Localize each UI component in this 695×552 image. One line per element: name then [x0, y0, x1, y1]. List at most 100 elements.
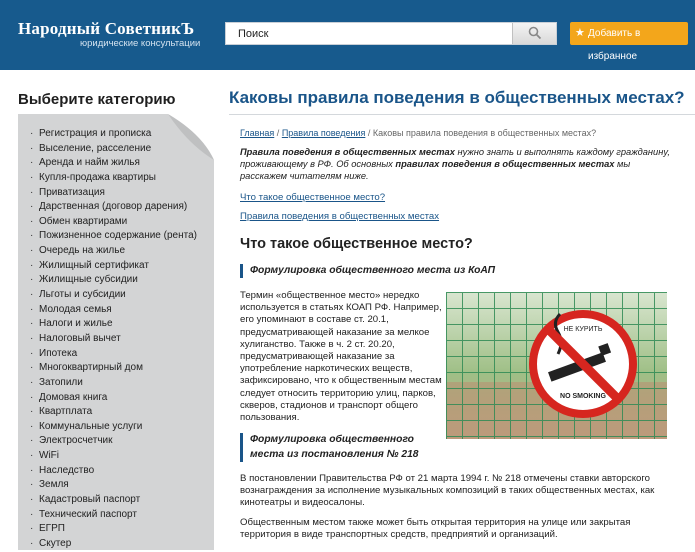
category-item[interactable]: · ЕГРП — [30, 522, 197, 537]
category-item[interactable]: · Коммунальные услуги — [30, 420, 197, 435]
category-link[interactable]: Обмен квартирами — [39, 216, 127, 227]
category-link[interactable]: Многоквартирный дом — [39, 362, 143, 373]
add-to-favorites-button[interactable]: ★ Добавить в избранное — [570, 22, 688, 62]
category-item[interactable]: · Квартплата — [30, 405, 197, 420]
category-link[interactable]: Жилищный сертификат — [39, 260, 149, 271]
category-link[interactable]: Льготы и субсидии — [39, 289, 126, 300]
category-link[interactable]: Дарственная (договор дарения) — [39, 201, 187, 212]
subsection-heading-koap: Формулировка общественного места из КоАП — [240, 264, 540, 278]
category-item[interactable]: · Налоги и жилье — [30, 317, 197, 332]
bullet-icon: · — [30, 128, 34, 139]
bullet-icon: · — [30, 289, 34, 301]
category-item[interactable]: · Регистрация и прописка — [30, 127, 197, 142]
category-link[interactable]: Технический паспорт — [39, 509, 137, 520]
category-list: · Регистрация и прописка · Выселение, рассе… — [30, 127, 197, 552]
category-item[interactable]: · Домовая книга — [30, 391, 197, 406]
site-logo[interactable]: Народный СоветникЪ юридические консульта… — [18, 19, 200, 50]
search-bar — [225, 22, 557, 45]
category-link[interactable]: Пожизненное содержание (рента) — [39, 230, 197, 241]
category-item[interactable]: · Купля-продажа квартиры — [30, 171, 197, 186]
category-link[interactable]: Налоговый вычет — [39, 333, 121, 344]
bullet-icon: · — [30, 435, 34, 447]
no-smoking-photo: НЕ КУРИТЬ NO SMOKING — [446, 292, 667, 439]
star-icon: ★ — [575, 27, 585, 39]
category-link[interactable]: Приватизация — [39, 187, 105, 198]
category-link[interactable]: Наследство — [39, 465, 94, 476]
category-item[interactable]: · Технический паспорт — [30, 508, 197, 523]
category-link[interactable]: Регистрация и прописка — [39, 128, 151, 139]
bullet-icon: · — [30, 186, 34, 198]
category-link[interactable]: Купля-продажа квартиры — [39, 172, 156, 183]
bullet-icon: · — [30, 230, 34, 242]
category-item[interactable]: · Затопили — [30, 376, 197, 391]
favorite-label: Добавить в избранное — [588, 28, 641, 62]
category-link[interactable]: Электросчетчик — [39, 435, 113, 446]
paragraph-218: В постановлении Правительства РФ от 21 м… — [240, 473, 655, 509]
category-item[interactable]: · Обмен квартирами — [30, 215, 197, 230]
category-item[interactable]: · Выселение, расселение — [30, 142, 197, 157]
category-link[interactable]: Земля — [39, 479, 69, 490]
site-header: Народный СоветникЪ юридические консульта… — [0, 0, 695, 70]
breadcrumb-current: Каковы правила поведения в общественных … — [372, 128, 597, 138]
category-link[interactable]: ЕГРП — [39, 523, 65, 534]
category-link[interactable]: Затопили — [39, 377, 83, 388]
search-button[interactable] — [512, 23, 556, 44]
category-link[interactable]: Очередь на жилье — [39, 245, 125, 256]
category-item[interactable]: · Многоквартирный дом — [30, 361, 197, 376]
bullet-icon: · — [30, 479, 34, 491]
category-item[interactable]: · Скутер — [30, 537, 197, 552]
category-item[interactable]: · Молодая семья — [30, 303, 197, 318]
category-link[interactable]: WiFi — [39, 450, 59, 461]
category-link[interactable]: Коммунальные услуги — [39, 421, 142, 432]
category-item[interactable]: · Льготы и субсидии — [30, 288, 197, 303]
category-item[interactable]: · Налоговый вычет — [30, 332, 197, 347]
category-item[interactable]: · Кадастровый паспорт — [30, 493, 197, 508]
category-item[interactable]: · Земля — [30, 478, 197, 493]
category-link[interactable]: Налоги и жилье — [39, 318, 113, 329]
subsection-heading-218: Формулировка общественного места из пост… — [240, 433, 450, 462]
category-link[interactable]: Кадастровый паспорт — [39, 494, 140, 505]
category-item[interactable]: · Жилищные субсидии — [30, 273, 197, 288]
title-divider — [229, 114, 695, 115]
category-item[interactable]: · Очередь на жилье — [30, 244, 197, 259]
main-content: Каковы правила поведения в общественных … — [229, 86, 695, 540]
category-item[interactable]: · Электросчетчик — [30, 434, 197, 449]
breadcrumb: Главная / Правила поведения / Каковы пра… — [240, 126, 672, 140]
category-item[interactable]: · Приватизация — [30, 186, 197, 201]
intro-bold-2: правилах поведения в общественных местах — [395, 159, 615, 169]
category-item[interactable]: · Аренда и найм жилья — [30, 156, 197, 171]
category-link[interactable]: Аренда и найм жилья — [39, 157, 140, 168]
category-item[interactable]: · WiFi — [30, 449, 197, 464]
bullet-icon: · — [30, 420, 34, 432]
bullet-icon: · — [30, 347, 34, 359]
bullet-icon: · — [30, 318, 34, 330]
category-item[interactable]: · Дарственная (договор дарения) — [30, 200, 197, 215]
search-input[interactable] — [226, 23, 514, 44]
toc-link-1[interactable]: Что такое общественное место? — [240, 192, 439, 203]
table-of-contents: Что такое общественное место? Правила по… — [240, 192, 439, 222]
bullet-icon: · — [30, 274, 34, 286]
toc-link-2[interactable]: Правила поведения в общественных местах — [240, 211, 439, 222]
category-item[interactable]: · Пожизненное содержание (рента) — [30, 229, 197, 244]
category-link[interactable]: Жилищные субсидии — [39, 274, 138, 285]
paragraph-public-places: Общественным местом также может быть отк… — [240, 517, 631, 541]
category-link[interactable]: Молодая семья — [39, 304, 112, 315]
category-item[interactable]: · Жилищный сертификат — [30, 259, 197, 274]
search-icon — [528, 26, 542, 40]
breadcrumb-home[interactable]: Главная — [240, 128, 274, 138]
intro-bold-1: Правила поведения в общественных местах — [240, 147, 455, 157]
bullet-icon: · — [30, 537, 34, 549]
logo-title: Народный СоветникЪ — [18, 19, 195, 38]
category-link[interactable]: Выселение, расселение — [39, 143, 151, 154]
category-link[interactable]: Ипотека — [39, 348, 77, 359]
category-link[interactable]: Домовая книга — [39, 392, 107, 403]
bullet-icon: · — [30, 523, 34, 535]
breadcrumb-section[interactable]: Правила поведения — [282, 128, 366, 138]
category-item[interactable]: · Ипотека — [30, 347, 197, 362]
category-item[interactable]: · Наследство — [30, 464, 197, 479]
bullet-icon: · — [30, 376, 34, 388]
category-link[interactable]: Скутер — [39, 538, 71, 549]
page-title: Каковы правила поведения в общественных … — [229, 88, 685, 107]
category-link[interactable]: Квартплата — [39, 406, 92, 417]
bullet-icon: · — [30, 157, 34, 169]
